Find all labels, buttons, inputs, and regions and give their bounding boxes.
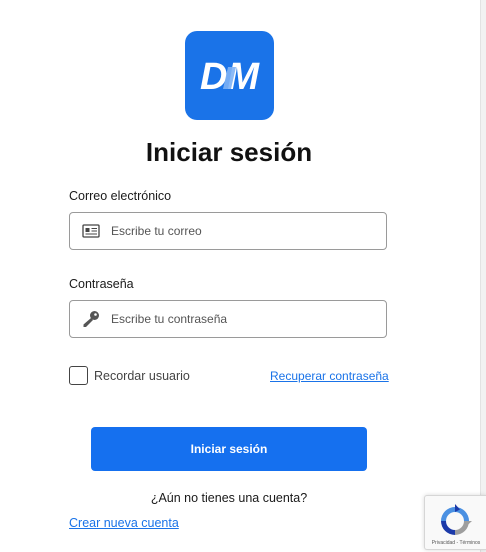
recaptcha-links: Privacidad - Términos [425, 540, 486, 546]
scrollbar-track[interactable] [480, 0, 486, 552]
remember-checkbox[interactable] [69, 366, 88, 385]
id-card-icon [80, 220, 102, 242]
recover-password-link[interactable]: Recuperar contraseña [270, 369, 389, 383]
remember-label: Recordar usuario [94, 368, 190, 383]
recaptcha-terms-link[interactable]: Términos [459, 540, 480, 546]
recaptcha-badge[interactable]: Privacidad - Términos [424, 495, 486, 550]
recaptcha-icon [441, 504, 472, 535]
page-title: Iniciar sesión [145, 137, 313, 167]
key-icon [80, 308, 102, 330]
password-field[interactable] [69, 300, 387, 338]
login-button[interactable]: Iniciar sesión [91, 427, 367, 471]
password-label: Contraseña [69, 277, 134, 291]
dm-logo: DM [185, 31, 274, 120]
email-label: Correo electrónico [69, 189, 172, 203]
email-field[interactable] [69, 212, 387, 250]
email-input[interactable] [111, 224, 371, 238]
recaptcha-privacy-link[interactable]: Privacidad [432, 540, 455, 546]
remember-user[interactable]: Recordar usuario [69, 366, 190, 385]
dm-logo-mark: DM [200, 56, 260, 98]
create-account-link[interactable]: Crear nueva cuenta [69, 516, 179, 530]
password-input[interactable] [111, 312, 371, 326]
no-account-text: ¿Aún no tienes una cuenta? [150, 491, 308, 505]
login-page: DM Iniciar sesión Correo electrónico Con… [0, 0, 486, 552]
